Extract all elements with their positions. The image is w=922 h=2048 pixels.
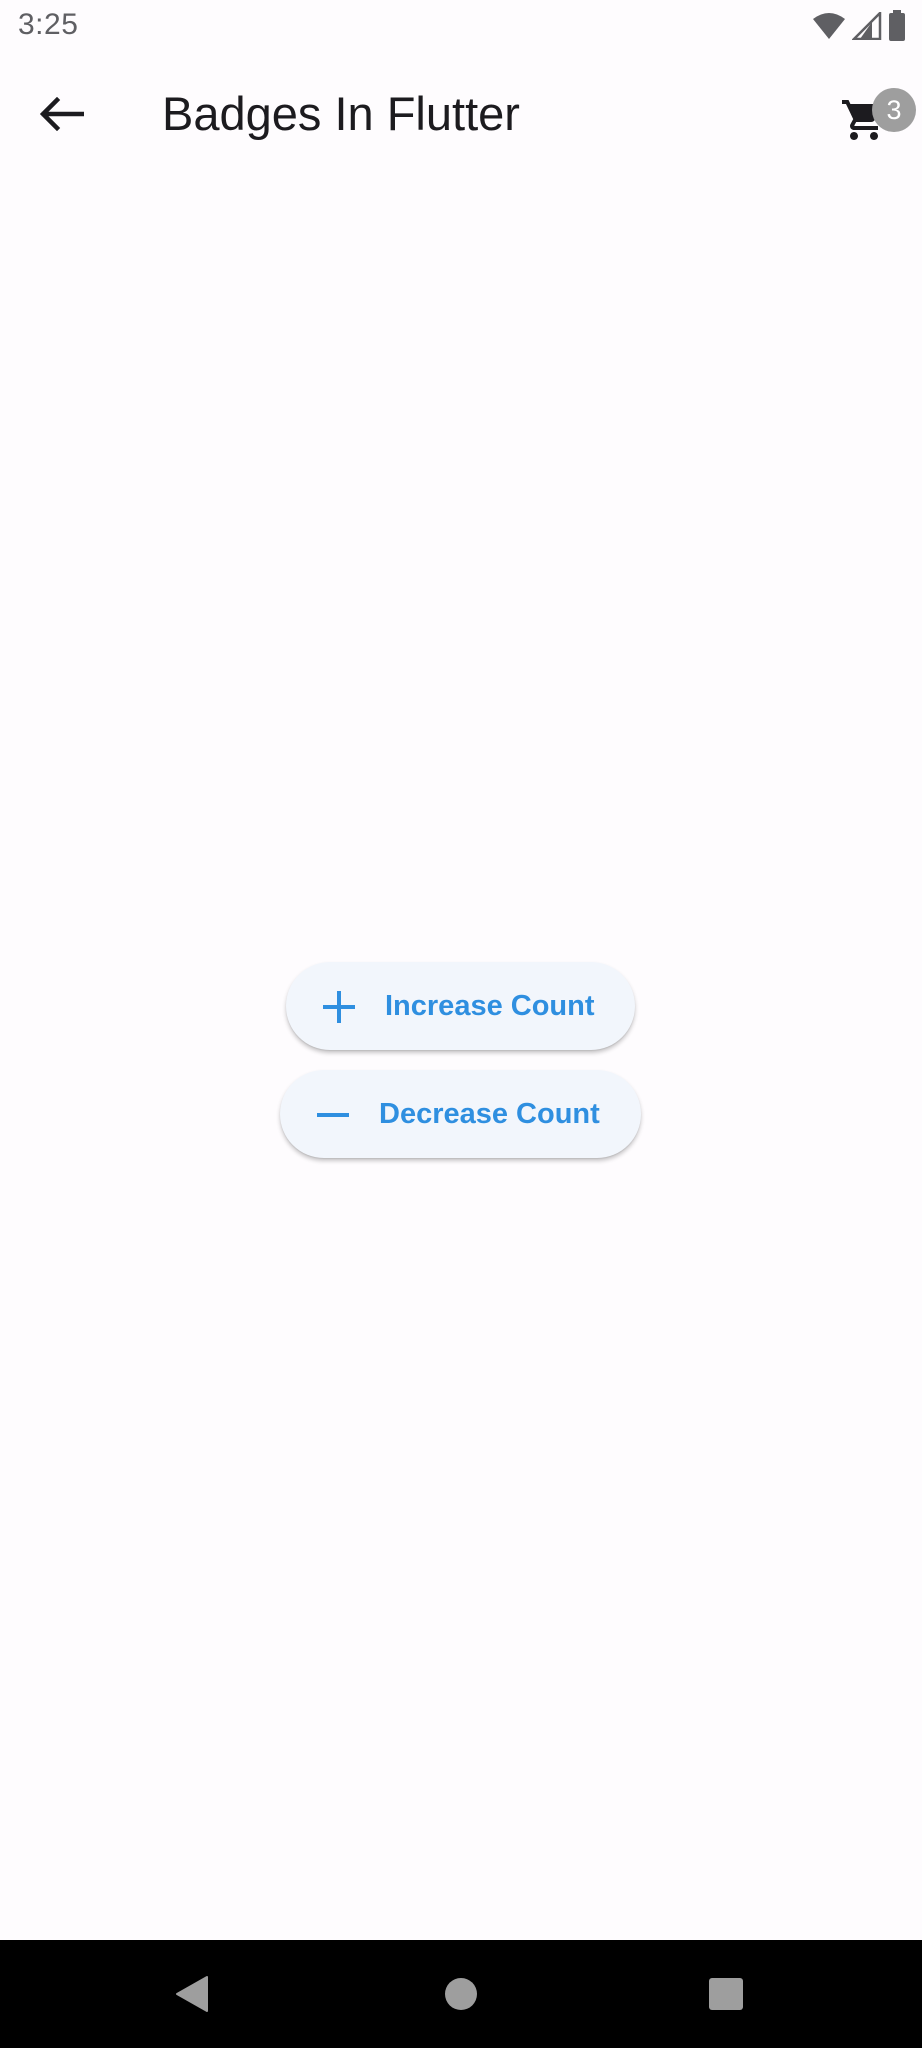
add-icon [323, 991, 355, 1023]
decrease-count-button[interactable]: Decrease Count [280, 1070, 641, 1158]
status-bar: 3:25 [0, 0, 922, 56]
arrow-back-icon [40, 97, 84, 131]
cart-button[interactable]: 3 [830, 76, 916, 152]
nav-back-icon [176, 1976, 208, 2012]
app-bar: Badges In Flutter 3 [0, 56, 922, 174]
nav-recents-icon [709, 1978, 743, 2010]
battery-icon [889, 10, 905, 41]
status-icons [812, 10, 906, 42]
nav-home-button[interactable] [431, 1964, 491, 2024]
wifi-icon [813, 13, 845, 39]
nav-back-button[interactable] [162, 1964, 222, 2024]
cell-signal-icon [852, 12, 882, 40]
status-time: 3:25 [18, 8, 79, 41]
nav-recents-button[interactable] [696, 1964, 756, 2024]
nav-home-icon [445, 1978, 477, 2010]
system-nav-bar [0, 1940, 922, 2048]
page-title: Badges In Flutter [162, 87, 520, 140]
remove-icon [317, 1113, 349, 1117]
cart-badge: 3 [872, 88, 916, 132]
increase-count-label: Increase Count [385, 990, 595, 1022]
increase-count-button[interactable]: Increase Count [286, 962, 635, 1050]
back-button[interactable] [22, 86, 102, 142]
decrease-count-label: Decrease Count [379, 1098, 600, 1130]
